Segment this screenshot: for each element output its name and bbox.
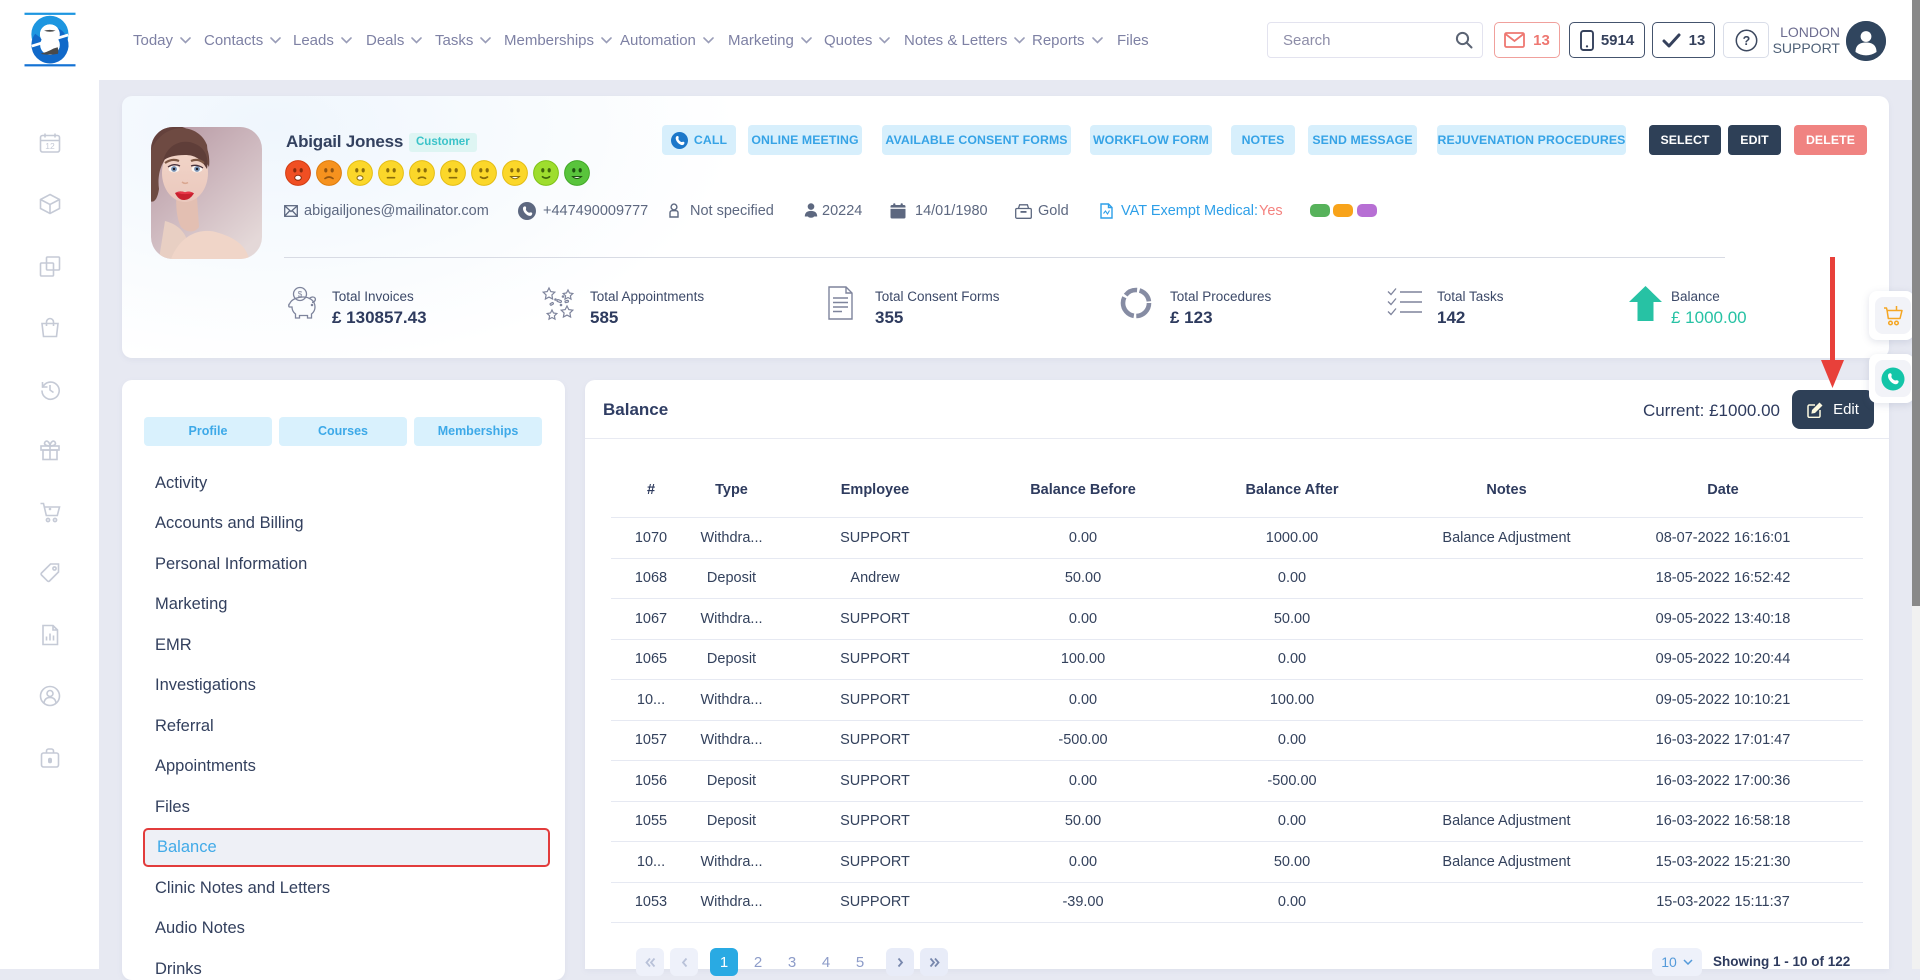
svg-text:12: 12 [45,141,55,151]
svg-text:?: ? [1742,34,1750,48]
